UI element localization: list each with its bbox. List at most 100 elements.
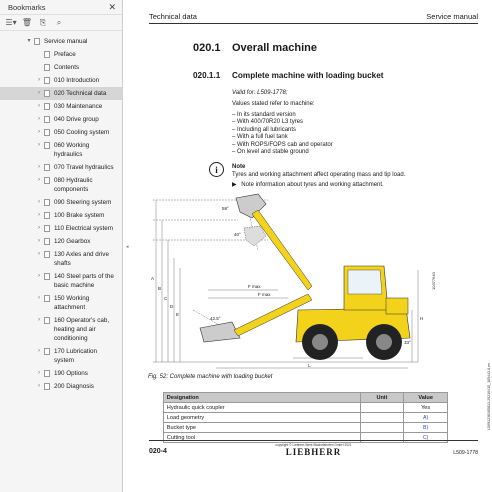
bookmark-page-icon: [44, 177, 50, 184]
page-footer: 020-4 copyright © Liebherr-Werk Bischofs…: [149, 440, 478, 470]
table-spacer: [148, 402, 164, 413]
chevron-right-icon[interactable]: ›: [34, 316, 44, 325]
bookmarks-title: Bookmarks: [8, 2, 46, 12]
chevron-right-icon[interactable]: ›: [34, 382, 44, 391]
chevron-right-icon[interactable]: ›: [34, 272, 44, 281]
bookmark-item[interactable]: › 020 Technical data: [0, 87, 122, 100]
condition-item: With ROPS/FOPS cab and operator: [232, 142, 333, 149]
bookmark-label: Service manual: [44, 38, 88, 45]
subsection-title: Complete machine with loading bucket: [232, 71, 384, 80]
chevron-right-icon[interactable]: ›: [34, 163, 44, 172]
delete-icon[interactable]: 🗑: [22, 18, 32, 28]
bookmark-label: 020 Technical data: [54, 90, 107, 97]
chevron-right-icon[interactable]: ›: [34, 211, 44, 220]
find-bookmark-icon[interactable]: ⌕: [54, 18, 64, 28]
figure-caption: Fig. 52: Complete machine with loading b…: [148, 374, 273, 380]
chevron-right-icon[interactable]: ›: [34, 76, 44, 85]
chevron-right-icon[interactable]: ›: [34, 198, 44, 207]
value-link[interactable]: B): [403, 422, 448, 433]
bookmark-item[interactable]: › 050 Cooling system: [0, 126, 122, 139]
bookmark-page-icon: [44, 273, 50, 280]
condition-item: Including all lubricants: [232, 127, 333, 134]
bookmarks-toolbar: ☰▾ 🗑 ⎘ ⌕: [0, 15, 122, 31]
document-id: L509-1778: [453, 450, 478, 456]
bookmark-page-icon: [34, 38, 40, 45]
figure-id: 10377640: [431, 272, 436, 290]
bookmark-item[interactable]: › 120 Gearbox: [0, 235, 122, 248]
note-label: Note: [232, 164, 246, 170]
bookmark-item[interactable]: ▾ Service manual: [0, 35, 122, 48]
chevron-right-icon[interactable]: ›: [34, 347, 44, 356]
bookmark-item[interactable]: › 100 Brake system: [0, 209, 122, 222]
chevron-right-icon[interactable]: ›: [34, 115, 44, 124]
chevron-right-icon[interactable]: ›: [34, 294, 44, 303]
add-bookmark-icon[interactable]: ⎘: [38, 18, 48, 28]
bookmark-label: 120 Gearbox: [54, 238, 91, 245]
note-text: Tyres and working attachment affect oper…: [232, 172, 406, 178]
bookmark-item[interactable]: Contents: [0, 61, 122, 74]
designation-cell: Hydraulic quick coupler: [162, 402, 361, 413]
chevron-right-icon[interactable]: ›: [34, 128, 44, 137]
chevron-right-icon[interactable]: ›: [34, 141, 44, 150]
unit-cell: [359, 422, 405, 433]
value-link[interactable]: A): [403, 412, 448, 423]
dim-k: K: [328, 352, 331, 357]
chevron-right-icon[interactable]: ›: [34, 250, 44, 259]
bookmark-item[interactable]: › 160 Operator's cab, heating and air con…: [0, 314, 122, 345]
condition-item: In its standard version: [232, 112, 333, 119]
col-value: Value: [403, 392, 448, 403]
bookmark-item[interactable]: › 070 Travel hydraulics: [0, 161, 122, 174]
bookmark-page-icon: [44, 164, 50, 171]
list-options-icon[interactable]: ☰▾: [5, 18, 16, 28]
bookmark-label: 090 Steering system: [54, 199, 112, 206]
rear-rim: [376, 334, 392, 350]
dim-e: E: [176, 312, 179, 317]
note-ref-text[interactable]: Note information about tyres and working…: [241, 182, 383, 188]
bookmark-item[interactable]: Preface: [0, 48, 122, 61]
bookmark-page-icon: [44, 51, 50, 58]
bookmark-page-icon: [44, 199, 50, 206]
table-spacer: [148, 422, 164, 433]
chevron-right-icon[interactable]: ›: [34, 102, 44, 111]
bookmark-page-icon: [44, 142, 50, 149]
angle-mid-label: 40°: [234, 232, 241, 237]
bookmark-item[interactable]: › 110 Electrical system: [0, 222, 122, 235]
side-code: L5091238185813-20210415_105443.8.en: [487, 362, 491, 430]
unit-cell: [359, 402, 405, 413]
document-page: Technical data Service manual 020.1 Over…: [131, 0, 492, 492]
bucket-lowered: [199, 321, 241, 343]
section-title: Overall machine: [232, 42, 317, 54]
note-ref: ▶ Note information about tyres and worki…: [232, 182, 384, 189]
angle-rear-label: 33°: [404, 340, 411, 345]
chevron-right-icon[interactable]: ›: [34, 176, 44, 185]
fmax2-label: F max: [258, 292, 271, 297]
bookmark-item[interactable]: › 190 Options: [0, 367, 122, 380]
table-row: Bucket type B): [148, 422, 448, 433]
table-body: Hydraulic quick coupler Yes Load geometry A…: [148, 402, 448, 443]
bookmark-page-icon: [44, 212, 50, 219]
chevron-down-icon[interactable]: ▾: [24, 37, 34, 46]
bookmark-item[interactable]: › 200 Diagnosis: [0, 380, 122, 393]
bookmark-item[interactable]: › 060 Working hydraulics: [0, 139, 122, 161]
chevron-right-icon[interactable]: ›: [34, 89, 44, 98]
chevron-right-icon[interactable]: ›: [34, 224, 44, 233]
bookmark-item[interactable]: › 080 Hydraulic components: [0, 174, 122, 196]
collapse-panel-icon[interactable]: ◂: [126, 244, 129, 250]
condition-item: On level and stable ground: [232, 149, 333, 156]
bookmark-item[interactable]: › 130 Axles and drive shafts: [0, 248, 122, 270]
bookmark-item[interactable]: › 170 Lubrication system: [0, 345, 122, 367]
bookmark-item[interactable]: › 010 Introduction: [0, 74, 122, 87]
bookmark-item[interactable]: › 150 Working attachment: [0, 292, 122, 314]
chevron-right-icon[interactable]: ›: [34, 369, 44, 378]
bookmark-item[interactable]: › 090 Steering system: [0, 196, 122, 209]
bookmark-page-icon: [44, 383, 50, 390]
dim-h: H: [420, 316, 423, 321]
bookmark-page-icon: [44, 77, 50, 84]
bookmark-item[interactable]: › 140 Steel parts of the basic machine: [0, 270, 122, 292]
chevron-right-icon[interactable]: ›: [34, 237, 44, 246]
bookmark-item[interactable]: › 030 Maintenance: [0, 100, 122, 113]
condition-item: With a full fuel tank: [232, 134, 333, 141]
bookmark-item[interactable]: › 040 Drive group: [0, 113, 122, 126]
bookmark-page-icon: [44, 103, 50, 110]
close-icon[interactable]: ✕: [108, 2, 116, 13]
